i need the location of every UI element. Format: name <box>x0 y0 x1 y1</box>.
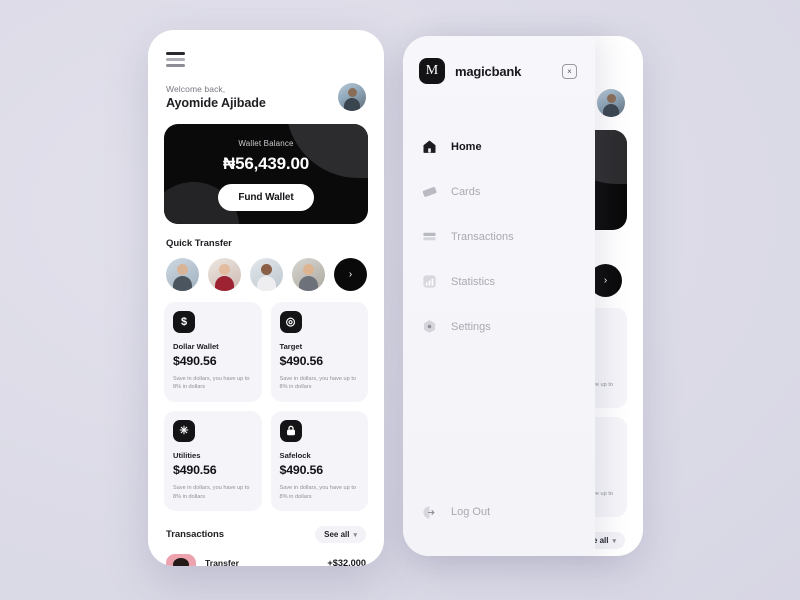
dollar-icon: $ <box>173 310 195 333</box>
quick-transfer-title: Quick Transfer <box>166 237 232 249</box>
chevron-down-icon: ▾ <box>353 531 357 539</box>
feature-card-safelock[interactable]: Safelock $490.56 Save in dollars, you ha… <box>270 410 368 512</box>
feature-card-title: Utilities <box>173 450 201 460</box>
transaction-row[interactable]: Transfer James Levin +$32,000 4 hrs Ago <box>166 554 366 566</box>
feature-card-value: $490.56 <box>173 353 217 368</box>
lock-icon <box>279 419 302 442</box>
contact-avatar-1[interactable] <box>166 257 199 291</box>
transaction-amount: +$32,000 <box>327 558 366 566</box>
welcome-label: Welcome back, <box>166 83 226 94</box>
menu-item-cards[interactable]: Cards <box>403 169 595 214</box>
utilities-icon: ✳ <box>173 419 195 442</box>
feature-card-desc: Save in dollars, you have up to 8% in do… <box>279 375 357 391</box>
feature-card-title: Safelock <box>279 450 311 460</box>
hamburger-line <box>166 57 185 61</box>
feature-card-target[interactable]: ◎ Target $490.56 Save in dollars, you ha… <box>270 301 368 402</box>
see-all-label: See all <box>324 530 350 540</box>
target-icon: ◎ <box>279 310 302 333</box>
transaction-avatar <box>166 554 196 566</box>
logout-button[interactable]: Log Out <box>403 504 490 520</box>
menu-item-settings[interactable]: Settings <box>403 304 595 349</box>
hamburger-line <box>166 63 185 67</box>
menu-item-transactions[interactable]: Transactions <box>403 214 595 259</box>
feature-card-desc: Save in dollars, you have up to 8% in do… <box>173 484 250 500</box>
contact-avatar-3[interactable] <box>250 257 283 291</box>
statistics-icon <box>421 274 437 290</box>
transactions-icon <box>421 229 437 245</box>
main-phone: Welcome back, Ayomide Ajibade Wallet Bal… <box>148 30 384 566</box>
wallet-balance-label: Wallet Balance <box>238 138 294 148</box>
logout-icon <box>421 504 437 520</box>
hamburger-icon[interactable] <box>166 52 185 67</box>
see-all-button[interactable]: See all ▾ <box>315 526 366 544</box>
dashboard: Welcome back, Ayomide Ajibade Wallet Bal… <box>148 52 384 566</box>
fund-wallet-button[interactable]: Fund Wallet <box>218 183 314 211</box>
wallet-balance-card: Wallet Balance ₦56,439.00 Fund Wallet <box>164 123 368 224</box>
avatar-duplicate[interactable] <box>597 88 625 117</box>
contact-avatar-4[interactable] <box>292 257 325 291</box>
transactions-header: Transactions See all ▾ <box>166 526 366 544</box>
contact-avatar-2[interactable] <box>208 257 241 291</box>
feature-card-utilities[interactable]: ✳ Utilities $490.56 Save in dollars, you… <box>164 410 262 512</box>
quick-transfer-more-button[interactable]: › <box>334 257 367 291</box>
hamburger-line <box>166 52 185 55</box>
feature-card-desc: Save in dollars, you have up to 8% in do… <box>173 375 250 391</box>
feature-card-desc: Save in dollars, you have up to 8% in do… <box>279 484 357 500</box>
feature-card-value: $490.56 <box>279 462 324 477</box>
drawer-menu: Home Cards Transactions Statistics Setti… <box>403 124 595 349</box>
logout-label: Log Out <box>451 506 491 518</box>
feature-card-grid: $ Dollar Wallet $490.56 Save in dollars,… <box>164 301 368 512</box>
feature-card-value: $490.56 <box>173 462 217 477</box>
close-icon[interactable]: × <box>562 63 577 79</box>
avatar[interactable] <box>338 82 366 111</box>
card-icon <box>421 184 437 200</box>
menu-item-label: Cards <box>451 185 481 198</box>
menu-item-home[interactable]: Home <box>403 124 595 169</box>
menu-item-label: Statistics <box>451 275 496 288</box>
settings-icon <box>421 319 437 335</box>
menu-item-label: Settings <box>451 320 491 333</box>
navigation-drawer: M magicbank × Home Cards Transactions St… <box>403 36 595 556</box>
feature-card-title: Target <box>279 341 303 351</box>
transactions-title: Transactions <box>166 529 225 541</box>
chevron-down-icon: ▾ <box>612 537 616 545</box>
user-name: Ayomide Ajibade <box>166 95 266 110</box>
menu-item-statistics[interactable]: Statistics <box>403 259 595 304</box>
home-icon <box>421 139 437 155</box>
wallet-balance-amount: ₦56,439.00 <box>223 153 309 173</box>
transaction-name: Transfer <box>205 558 239 566</box>
brand-name: magicbank <box>455 63 522 79</box>
menu-item-label: Transactions <box>451 230 514 243</box>
drawer-header: M magicbank × <box>403 36 595 84</box>
feature-card-title: Dollar Wallet <box>173 341 219 351</box>
feature-card-value: $490.56 <box>279 353 324 368</box>
brand: M magicbank <box>419 58 521 84</box>
feature-card-dollar-wallet[interactable]: $ Dollar Wallet $490.56 Save in dollars,… <box>164 301 262 402</box>
greeting-row: Welcome back, Ayomide Ajibade <box>166 82 366 111</box>
magicbank-logo-icon: M <box>419 58 445 84</box>
menu-item-label: Home <box>451 140 482 153</box>
quick-transfer-list: › <box>166 257 370 291</box>
